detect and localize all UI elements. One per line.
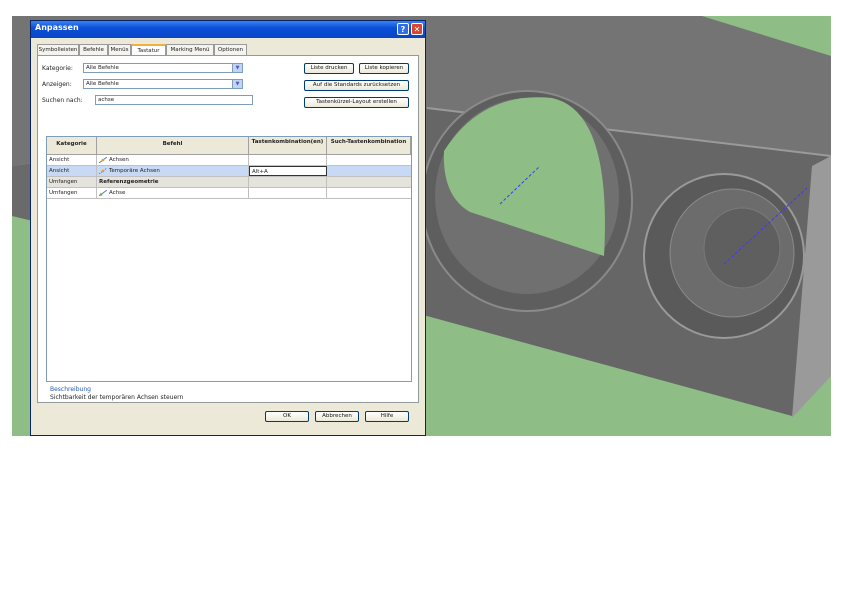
tab-commands[interactable]: Befehle (79, 44, 108, 55)
row-command: Temporäre Achsen (97, 166, 249, 176)
axis-icon (99, 156, 107, 163)
reset-defaults-button[interactable]: Auf die Standards zurücksetzen (304, 80, 409, 91)
row-command: Referenzgeometrie (97, 177, 249, 187)
row-shortcut[interactable] (249, 188, 327, 198)
row-category: Umfangen (47, 188, 97, 198)
print-list-button[interactable]: Liste drucken (304, 63, 354, 74)
shortcut-layout-button[interactable]: Tastenkürzel-Layout erstellen (304, 97, 409, 108)
close-icon[interactable]: ✕ (411, 23, 423, 35)
dialog-title: Anpassen (35, 23, 79, 32)
table-row[interactable]: Umfangen Achse (47, 188, 411, 199)
row-search (327, 155, 411, 165)
row-command-text: Achse (109, 190, 126, 196)
row-search (327, 188, 411, 198)
row-command-text: Achsen (109, 157, 129, 163)
description-text: Sichtbarkeit der temporären Achsen steue… (50, 394, 184, 401)
row-shortcut[interactable] (249, 155, 327, 165)
row-category: Ansicht (47, 155, 97, 165)
tab-keyboard[interactable]: Tastatur (131, 44, 166, 55)
help-button[interactable]: Hilfe (365, 411, 409, 422)
row-command: Achse (97, 188, 249, 198)
display-value: Alle Befehle (86, 81, 119, 87)
shortcut-table: Kategorie Befehl Tastenkombination(en) S… (46, 136, 412, 382)
row-category: Ansicht (47, 166, 97, 176)
search-label: Suchen nach: (42, 97, 83, 104)
row-category: Umfangen (47, 177, 97, 187)
copy-list-button[interactable]: Liste kopieren (359, 63, 409, 74)
small-hole-bore (703, 207, 781, 289)
header-search-shortcut[interactable]: Such-Tastenkombination (327, 137, 411, 155)
chevron-down-icon[interactable]: ▼ (232, 64, 242, 72)
row-search (327, 166, 411, 176)
table-row[interactable]: Ansicht Temporäre Achsen Alt+A (47, 166, 411, 177)
header-shortcut[interactable]: Tastenkombination(en) (249, 137, 327, 155)
tab-marking-menu[interactable]: Marking Menü (166, 44, 214, 55)
table-row[interactable]: Ansicht Achsen (47, 155, 411, 166)
description-label: Beschreibung (50, 386, 91, 393)
row-search (327, 177, 411, 187)
help-icon[interactable]: ? (397, 23, 409, 35)
dialog-footer: OK Abbrechen Hilfe (37, 405, 419, 433)
display-select[interactable]: Alle Befehle ▼ (83, 79, 243, 89)
customize-dialog: Anpassen ? ✕ Symbolleisten Befehle Menüs… (30, 20, 426, 436)
category-value: Alle Befehle (86, 65, 119, 71)
display-label: Anzeigen: (42, 81, 72, 88)
search-input[interactable]: achse (95, 95, 253, 105)
category-label: Kategorie: (42, 65, 73, 72)
description-box: Beschreibung Sichtbarkeit der temporären… (46, 386, 412, 401)
row-command-text: Temporäre Achsen (109, 168, 160, 174)
cancel-button[interactable]: Abbrechen (315, 411, 359, 422)
ok-button[interactable]: OK (265, 411, 309, 422)
axis-icon (99, 189, 107, 196)
shortcut-edit-field[interactable]: Alt+A (249, 166, 327, 176)
tab-toolbars[interactable]: Symbolleisten (37, 44, 79, 55)
dialog-titlebar[interactable]: Anpassen ? ✕ (31, 21, 425, 38)
row-shortcut[interactable] (249, 177, 327, 187)
row-command: Achsen (97, 155, 249, 165)
temporary-axis-icon (99, 167, 107, 174)
table-row[interactable]: Umfangen Referenzgeometrie (47, 177, 411, 188)
tab-menus[interactable]: Menüs (108, 44, 131, 55)
header-command[interactable]: Befehl (97, 137, 249, 155)
chevron-down-icon[interactable]: ▼ (232, 80, 242, 88)
keyboard-tab-panel: Kategorie: Alle Befehle ▼ Anzeigen: Alle… (37, 55, 419, 403)
category-select[interactable]: Alle Befehle ▼ (83, 63, 243, 73)
header-category[interactable]: Kategorie (47, 137, 97, 155)
tab-options[interactable]: Optionen (214, 44, 247, 55)
